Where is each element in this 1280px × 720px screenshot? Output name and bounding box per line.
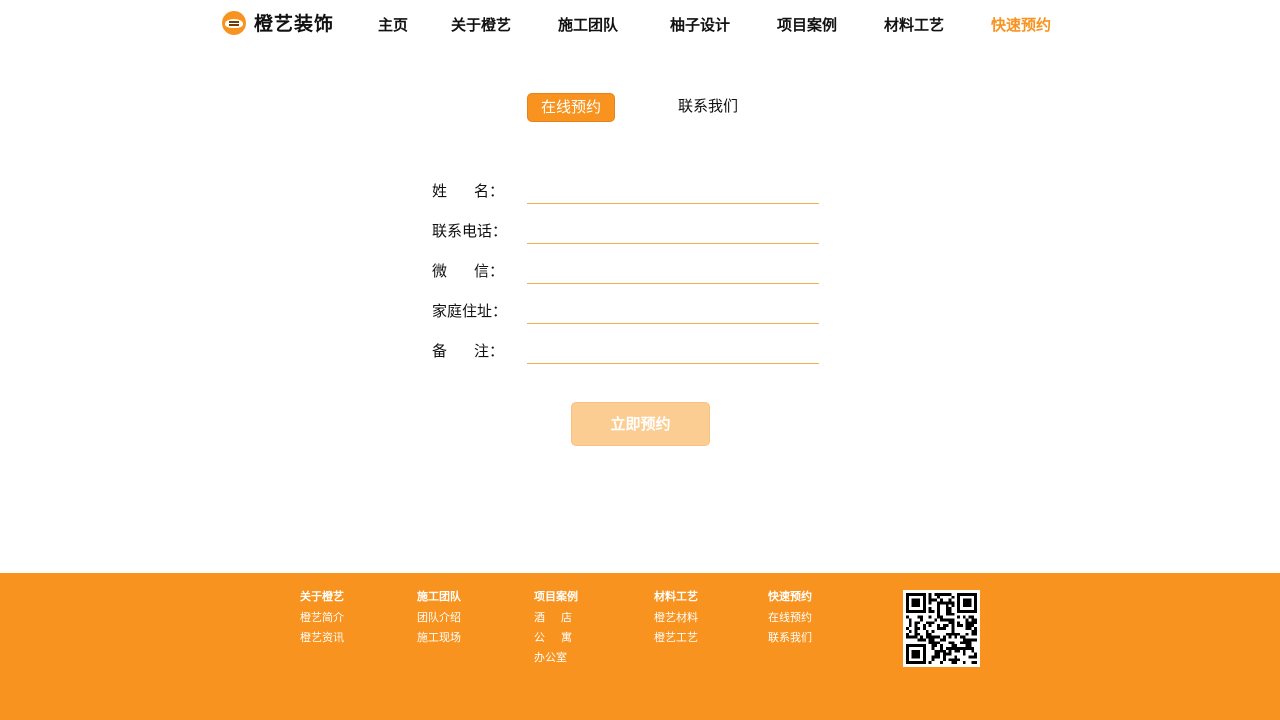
site-footer: 关于橙艺 橙艺简介 橙艺资讯 施工团队 团队介绍 施工现场 项目案例 酒店 公寓… [0,573,1280,720]
booking-tabs: 在线预约 联系我们 [0,93,1280,123]
footer-col-materials: 材料工艺 橙艺材料 橙艺工艺 [654,590,698,651]
footer-heading[interactable]: 关于橙艺 [300,590,344,604]
form-row-wechat: 微信： [0,250,1280,290]
site-header: 橙艺装饰 主页 关于橙艺 施工团队 柚子设计 项目案例 材料工艺 快速预约 [0,0,1280,52]
address-input[interactable] [527,296,819,324]
form-row-address: 家庭住址： [0,290,1280,330]
nav-item-home[interactable]: 主页 [378,14,408,36]
qr-code-graphic [906,593,977,664]
footer-link-hotel[interactable]: 酒店 [534,611,572,624]
logo-icon [222,10,246,35]
submit-booking-button[interactable]: 立即预约 [571,402,710,446]
nav-item-design[interactable]: 柚子设计 [670,14,730,36]
nav-item-cases[interactable]: 项目案例 [777,14,837,36]
footer-heading[interactable]: 施工团队 [417,590,461,604]
nav-item-about[interactable]: 关于橙艺 [451,14,511,36]
nav-item-team[interactable]: 施工团队 [558,14,618,36]
name-label: 姓名： [432,182,504,200]
tab-online-booking[interactable]: 在线预约 [527,93,615,122]
footer-link-apartment[interactable]: 公寓 [534,631,572,644]
phone-input[interactable] [527,216,819,244]
footer-col-team: 施工团队 团队介绍 施工现场 [417,590,461,651]
qr-code-icon [903,590,980,667]
page: 橙艺装饰 主页 关于橙艺 施工团队 柚子设计 项目案例 材料工艺 快速预约 在线… [0,0,1280,720]
notes-input[interactable] [527,336,819,364]
nav-item-booking[interactable]: 快速预约 [991,14,1051,36]
form-row-phone: 联系电话： [0,210,1280,250]
footer-link[interactable]: 施工现场 [417,631,461,644]
footer-link[interactable]: 橙艺简介 [300,611,344,624]
footer-col-cases: 项目案例 酒店 公寓 办公室 [534,590,578,671]
footer-link[interactable]: 联系我们 [768,631,812,644]
form-row-notes: 备注： [0,330,1280,370]
footer-link-office[interactable]: 办公室 [534,651,578,664]
footer-heading[interactable]: 项目案例 [534,590,578,604]
footer-col-booking: 快速预约 在线预约 联系我们 [768,590,812,651]
footer-col-about: 关于橙艺 橙艺简介 橙艺资讯 [300,590,344,651]
nav-item-materials[interactable]: 材料工艺 [884,14,944,36]
notes-label: 备注： [432,342,504,360]
tab-contact-us[interactable]: 联系我们 [665,93,751,122]
wechat-input[interactable] [527,256,819,284]
brand-name: 橙艺装饰 [254,13,335,35]
address-label: 家庭住址： [432,302,508,320]
wechat-label: 微信： [432,262,504,280]
footer-link[interactable]: 在线预约 [768,611,812,624]
footer-link[interactable]: 橙艺资讯 [300,631,344,644]
phone-label: 联系电话： [432,222,508,240]
logo[interactable]: 橙艺装饰 [222,9,334,36]
footer-heading[interactable]: 材料工艺 [654,590,698,604]
footer-link[interactable]: 团队介绍 [417,611,461,624]
footer-heading[interactable]: 快速预约 [768,590,812,604]
form-row-name: 姓名： [0,170,1280,210]
footer-link[interactable]: 橙艺工艺 [654,631,698,644]
name-input[interactable] [527,176,819,204]
footer-link[interactable]: 橙艺材料 [654,611,698,624]
